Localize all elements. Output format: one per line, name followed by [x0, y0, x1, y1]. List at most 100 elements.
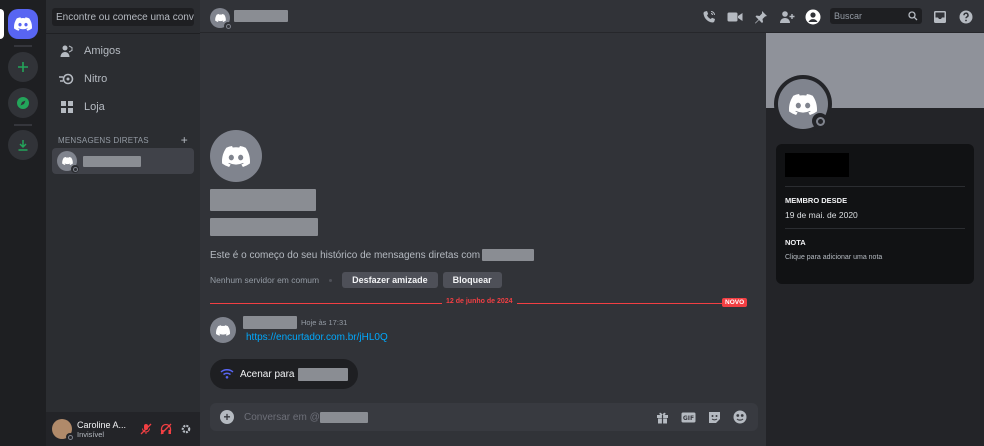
home-button[interactable] [8, 9, 38, 39]
user-avatar[interactable] [52, 419, 74, 441]
pin-icon [755, 11, 767, 24]
create-dm-button[interactable]: + [181, 133, 188, 147]
gif-button[interactable]: GIF [680, 409, 696, 425]
message-input[interactable]: Conversar em @ [244, 411, 368, 423]
add-server-button[interactable] [8, 52, 38, 82]
user-profile-panel: MEMBRO DESDE 19 de mai. de 2020 NOTA Cli… [766, 33, 984, 446]
search-icon [908, 11, 918, 21]
wave-icon [220, 369, 234, 379]
download-apps-button[interactable] [8, 130, 38, 160]
member-since-heading: MEMBRO DESDE [785, 196, 848, 205]
redacted-username [298, 367, 349, 381]
search-input[interactable]: Buscar [830, 8, 922, 24]
avatar [210, 8, 232, 30]
dm-header-bar: Buscar [200, 0, 984, 33]
inbox-button[interactable] [931, 8, 949, 26]
user-status: Invisível [77, 429, 105, 439]
user-panel: Caroline A... Invisível [46, 412, 200, 446]
avatar [57, 151, 79, 173]
message-link[interactable]: https://encurtador.com.br/jHL0Q [246, 332, 388, 343]
sticker-button[interactable] [706, 409, 722, 425]
dm-list-item[interactable] [52, 148, 194, 174]
sidebar-item-label: Nitro [84, 73, 108, 85]
user-settings-button[interactable] [177, 420, 195, 438]
wave-button[interactable]: Acenar para [210, 359, 359, 389]
rail-separator [14, 124, 32, 126]
direct-messages-header: MENSAGENS DIRETAS + [58, 133, 188, 147]
find-conversation-input[interactable]: Encontre ou comece uma conver... [52, 8, 194, 26]
recipient-avatar-large [210, 130, 262, 182]
pinned-messages-button[interactable] [752, 8, 770, 26]
emoji-icon [733, 410, 747, 424]
card-divider [785, 228, 965, 229]
discord-logo-icon [216, 324, 230, 336]
status-indicator [71, 165, 79, 173]
sidebar-divider [46, 33, 200, 34]
friends-icon [58, 42, 76, 60]
user-profile-icon [805, 9, 821, 25]
deafen-button[interactable] [157, 420, 175, 438]
dm-sidebar: Encontre ou comece uma conver... Amigos … [46, 0, 200, 446]
redacted-profile-name [785, 153, 849, 177]
inbox-icon [934, 11, 946, 23]
message-timestamp: Hoje às 17:31 [301, 318, 348, 327]
composer-placeholder: Conversar em @ [244, 411, 320, 423]
note-input[interactable]: Clique para adicionar uma nota [785, 254, 882, 261]
discord-logo-icon [14, 17, 32, 31]
emoji-button[interactable] [732, 409, 748, 425]
note-heading: NOTA [785, 238, 806, 247]
status-indicator [812, 113, 828, 129]
redacted-display-name [210, 189, 316, 211]
card-divider [785, 186, 965, 187]
headphones-muted-icon [160, 423, 172, 435]
redacted-author-name[interactable] [243, 316, 297, 329]
discord-logo-icon [222, 145, 250, 167]
discord-app: Encontre ou comece uma conver... Amigos … [0, 0, 984, 446]
attach-button[interactable]: + [220, 410, 234, 424]
unfriend-button[interactable]: Desfazer amizade [342, 272, 438, 288]
message-composer[interactable]: + Conversar em @ GIF [210, 403, 758, 431]
explore-servers-button[interactable] [8, 88, 38, 118]
help-icon [959, 10, 973, 24]
add-friends-to-dm-button[interactable] [778, 8, 796, 26]
discord-logo-icon [61, 157, 73, 165]
svg-text:GIF: GIF [682, 415, 693, 422]
intro-actions: Nenhum servidor em comum Desfazer amizad… [210, 272, 507, 288]
dm-header-label: MENSAGENS DIRETAS [58, 135, 149, 145]
redacted-username [210, 218, 318, 236]
help-button[interactable] [957, 8, 975, 26]
date-label: 12 de junho de 2024 [442, 298, 517, 305]
mic-muted-icon [140, 423, 152, 435]
message-header: Hoje às 17:31 [243, 316, 347, 329]
gift-button[interactable] [654, 409, 670, 425]
selected-indicator [0, 9, 4, 39]
gif-icon: GIF [681, 412, 695, 422]
redacted-username [319, 411, 368, 423]
camera-icon [727, 12, 743, 22]
nitro-icon [58, 70, 76, 88]
video-call-button[interactable] [726, 8, 744, 26]
sticker-icon [708, 411, 720, 423]
block-button[interactable]: Bloquear [442, 272, 502, 288]
voice-call-button[interactable] [700, 8, 718, 26]
profile-card: MEMBRO DESDE 19 de mai. de 2020 NOTA Cli… [776, 144, 974, 284]
sidebar-item-friends[interactable]: Amigos [52, 39, 194, 63]
wave-label: Acenar para [240, 368, 295, 380]
gear-icon [181, 424, 191, 434]
separator-dot [329, 278, 333, 282]
discord-logo-icon [789, 93, 817, 115]
mute-mic-button[interactable] [137, 420, 155, 438]
add-user-icon [780, 11, 795, 23]
search-placeholder: Buscar [834, 11, 863, 21]
show-user-profile-button[interactable] [804, 8, 822, 26]
sidebar-item-shop[interactable]: Loja [52, 95, 194, 119]
plus-icon [18, 62, 28, 72]
user-info[interactable]: Caroline A... Invisível [77, 420, 135, 439]
download-icon [18, 140, 28, 151]
shop-icon [58, 98, 76, 116]
redacted-username [83, 155, 141, 167]
sidebar-item-nitro[interactable]: Nitro [52, 67, 194, 91]
phone-icon [703, 11, 715, 23]
redacted-username [234, 10, 288, 22]
message-avatar[interactable] [210, 317, 236, 343]
